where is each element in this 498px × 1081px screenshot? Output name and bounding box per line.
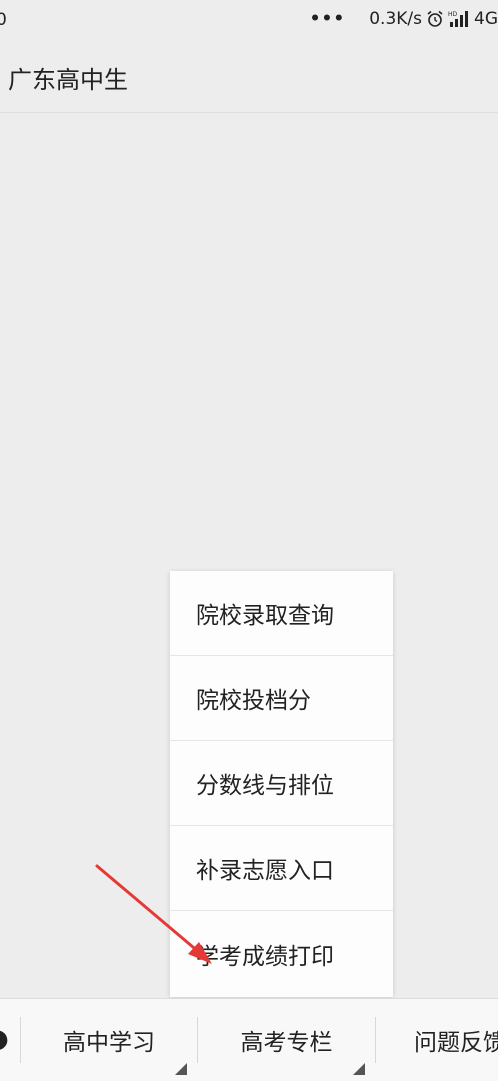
tab-label: 高考专栏 bbox=[240, 1030, 333, 1056]
status-indicators: ••• 0.3K/s HD 4G bbox=[310, 9, 498, 29]
tab-label: 高中学习 bbox=[63, 1030, 155, 1056]
bottom-menu-bar: ◑ 高中学习 高考专栏 问题反馈 bbox=[0, 998, 498, 1081]
menu-item-supplementary-entry[interactable]: 补录志愿入口 bbox=[170, 826, 393, 911]
tab-feedback[interactable]: 问题反馈 bbox=[376, 999, 498, 1081]
network-speed: 0.3K/s bbox=[369, 9, 422, 29]
page-title: 广东高中生 bbox=[8, 66, 128, 94]
submenu-corner-icon bbox=[353, 1063, 365, 1075]
tab-label: 问题反馈 bbox=[414, 1030, 498, 1056]
signal-hd-icon: HD bbox=[448, 11, 468, 27]
menu-item-academic-score-print[interactable]: 学考成绩打印 bbox=[170, 911, 393, 997]
more-dots-icon: ••• bbox=[309, 9, 346, 29]
keyboard-toggle-icon[interactable]: ◑ bbox=[0, 1024, 9, 1054]
tab-gaokao-column[interactable]: 高考专栏 bbox=[198, 999, 375, 1081]
tab-high-school-study[interactable]: 高中学习 bbox=[21, 999, 197, 1081]
submenu-popup: 院校录取查询 院校投档分 分数线与排位 补录志愿入口 学考成绩打印 bbox=[170, 571, 393, 997]
status-time: 0 bbox=[0, 10, 7, 30]
network-type: 4G bbox=[474, 9, 498, 29]
menu-item-score-lines-ranking[interactable]: 分数线与排位 bbox=[170, 741, 393, 826]
svg-text:HD: HD bbox=[448, 11, 458, 18]
menu-item-filing-scores[interactable]: 院校投档分 bbox=[170, 656, 393, 741]
menu-item-admission-query[interactable]: 院校录取查询 bbox=[170, 571, 393, 656]
status-bar: 0 ••• 0.3K/s HD 4G bbox=[0, 0, 498, 40]
alarm-clock-icon bbox=[427, 10, 443, 27]
title-bar: 广东高中生 bbox=[0, 40, 498, 113]
submenu-corner-icon bbox=[175, 1063, 187, 1075]
